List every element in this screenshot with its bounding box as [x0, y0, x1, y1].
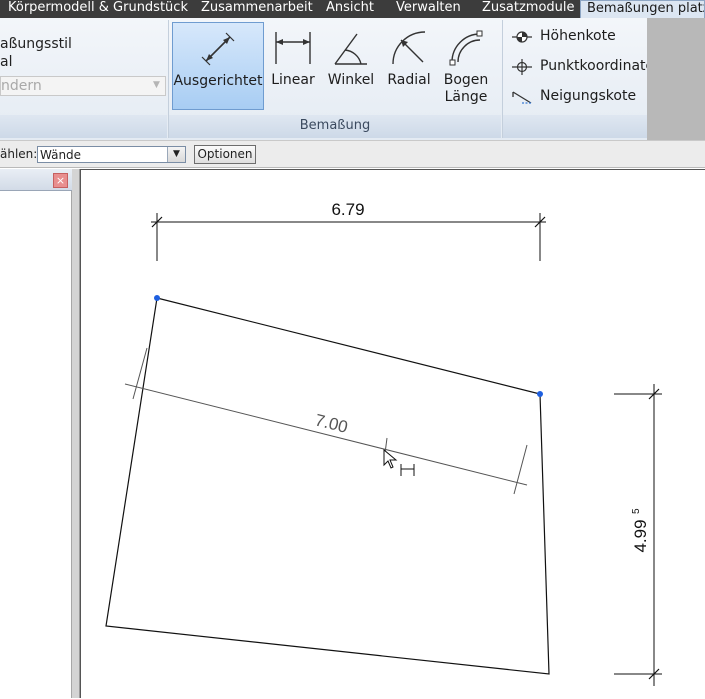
- palette-splitter[interactable]: [72, 169, 80, 698]
- dimension-style-label[interactable]: aßungsstil: [0, 36, 72, 52]
- drawing-canvas[interactable]: 6.79 7.00 4.99 5: [80, 169, 705, 698]
- tab-place-dimensions[interactable]: Bemaßungen platzi: [580, 0, 705, 18]
- type-dropdown-value: ndern: [1, 78, 42, 94]
- radial-dimension-icon: [392, 31, 426, 65]
- vertical-dimension-superscript: 5: [631, 508, 642, 514]
- arc-length-dimension-button[interactable]: Bogen Länge: [441, 22, 491, 110]
- linear-dimension-label: Linear: [271, 72, 315, 88]
- ribbon-tab-bar: Körpermodell & Grundstück Zusammenarbeit…: [0, 0, 705, 18]
- properties-palette: [0, 169, 72, 698]
- angular-dimension-button[interactable]: Winkel: [325, 22, 377, 110]
- arc-length-dimension-icon: [449, 30, 483, 66]
- tab-addins[interactable]: Zusatzmodule: [482, 0, 575, 18]
- spot-elevation-icon: [512, 31, 532, 43]
- dimension-cursor-icon: [383, 448, 415, 476]
- type-dropdown[interactable]: ndern ▼: [0, 76, 166, 96]
- chevron-down-icon[interactable]: ▼: [167, 147, 185, 162]
- aligned-dimension-icon: [201, 32, 235, 66]
- radial-dimension-button[interactable]: Radial: [384, 22, 434, 110]
- aligned-dimension-preview[interactable]: 7.00: [124, 347, 528, 495]
- spot-slope-icon: [512, 91, 532, 104]
- vertex-grip[interactable]: [154, 295, 160, 301]
- aligned-dimension-label: Ausgerichtet: [173, 73, 263, 89]
- tab-massing-site[interactable]: Körpermodell & Grundstück: [8, 0, 188, 18]
- linear-dimension-button[interactable]: Linear: [268, 22, 318, 110]
- wall-outline[interactable]: [105, 297, 550, 675]
- radial-dimension-label: Radial: [387, 72, 431, 88]
- type-label[interactable]: al: [0, 54, 12, 70]
- left-panel-title-bar: [0, 115, 167, 138]
- dimension-panel-title: Bemaßung: [169, 115, 501, 138]
- spot-coordinate-icon: [512, 59, 532, 75]
- spot-coordinate-label: Punktkoordinate: [540, 58, 655, 74]
- horizontal-dimension-value: 6.79: [331, 200, 364, 219]
- filter-select[interactable]: Wände: [37, 146, 186, 163]
- options-bar-label: ählen:: [0, 147, 38, 161]
- vertical-dimension-value: 4.99: [631, 519, 650, 552]
- options-button[interactable]: Optionen: [194, 145, 256, 164]
- vertical-dimension[interactable]: 4.99 5: [614, 384, 662, 686]
- vertex-grip[interactable]: [537, 391, 543, 397]
- ribbon: aßungsstil al ndern ▼ Ausgerichtet Linea…: [0, 18, 654, 140]
- floor-plan-drawing[interactable]: 6.79 7.00 4.99 5: [81, 170, 705, 699]
- arc-length-label-line2: Länge: [444, 89, 488, 105]
- close-icon[interactable]: ×: [53, 173, 68, 188]
- spot-elevation-label: Höhenkote: [540, 28, 616, 44]
- tab-collaborate[interactable]: Zusammenarbeit: [201, 0, 313, 18]
- tab-manage[interactable]: Verwalten: [396, 0, 461, 18]
- arc-length-dimension-label: Bogen Länge: [441, 72, 491, 106]
- ribbon-empty-area: [647, 18, 705, 140]
- horizontal-dimension[interactable]: 6.79: [151, 200, 546, 261]
- aligned-dimension-button[interactable]: Ausgerichtet: [172, 22, 264, 110]
- angular-dimension-icon: [334, 33, 367, 65]
- chevron-down-icon: ▼: [153, 80, 160, 90]
- tab-view[interactable]: Ansicht: [326, 0, 374, 18]
- filter-select-value: Wände: [40, 148, 82, 162]
- angular-dimension-label: Winkel: [327, 72, 375, 88]
- linear-dimension-icon: [275, 32, 311, 64]
- spot-panel-title-bar: [503, 115, 647, 138]
- arc-length-label-line1: Bogen: [443, 72, 489, 88]
- spot-slope-label: Neigungskote: [540, 88, 637, 104]
